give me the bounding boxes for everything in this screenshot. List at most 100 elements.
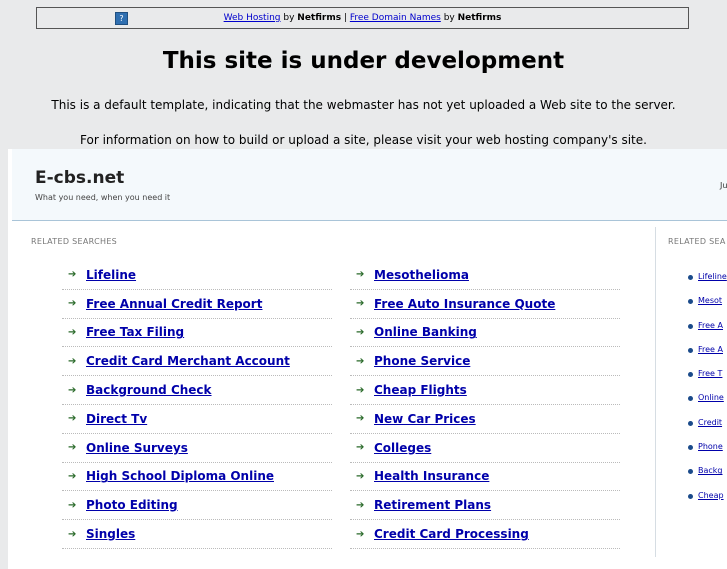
related-search-link[interactable]: High School Diploma Online bbox=[86, 469, 274, 483]
related-search-link[interactable]: Retirement Plans bbox=[374, 498, 491, 512]
related-search-item[interactable]: ➔ High School Diploma Online bbox=[62, 463, 332, 492]
web-hosting-link[interactable]: Web Hosting bbox=[224, 13, 281, 23]
related-search-link[interactable]: Credit Card Merchant Account bbox=[86, 354, 290, 368]
netfirms-brand-2: Netfirms bbox=[457, 13, 502, 23]
sidebar-related-link[interactable]: Free A bbox=[698, 321, 723, 330]
arrow-icon: ➔ bbox=[356, 470, 365, 482]
related-search-item[interactable]: ➔ New Car Prices bbox=[350, 405, 620, 434]
arrow-icon: ➔ bbox=[68, 413, 77, 425]
bullet-icon bbox=[688, 469, 693, 475]
site-tagline: What you need, when you need it bbox=[35, 193, 171, 202]
sidebar-related-link[interactable]: Lifeline bbox=[698, 272, 727, 281]
bullet-icon bbox=[688, 493, 693, 499]
sidebar-related-item[interactable]: Phone bbox=[688, 442, 727, 466]
arrow-icon: ➔ bbox=[68, 470, 77, 482]
related-search-link[interactable]: Background Check bbox=[86, 383, 212, 397]
arrow-icon: ➔ bbox=[68, 384, 77, 396]
related-search-item[interactable]: ➔ Retirement Plans bbox=[350, 491, 620, 521]
arrow-icon: ➔ bbox=[356, 355, 365, 367]
related-search-item[interactable]: ➔ Direct Tv bbox=[62, 405, 332, 434]
arrow-icon: ➔ bbox=[68, 528, 77, 540]
related-search-link[interactable]: Cheap Flights bbox=[374, 383, 467, 397]
related-search-link[interactable]: Mesothelioma bbox=[374, 268, 469, 282]
related-search-link[interactable]: Lifeline bbox=[86, 268, 136, 282]
related-search-item[interactable]: ➔ Colleges bbox=[350, 434, 620, 463]
related-search-item[interactable]: ➔ Free Annual Credit Report bbox=[62, 290, 332, 319]
by-text-1: by bbox=[280, 13, 298, 23]
sidebar-related-link[interactable]: Free A bbox=[698, 345, 723, 354]
sidebar-related-link[interactable]: Backg bbox=[698, 466, 723, 475]
related-search-item[interactable]: ➔ Mesothelioma bbox=[350, 261, 620, 290]
related-search-item[interactable]: ➔ Photo Editing bbox=[62, 491, 332, 521]
site-brand[interactable]: E-cbs.net bbox=[35, 168, 124, 188]
bullet-icon bbox=[688, 445, 693, 451]
related-search-item[interactable]: ➔ Health Insurance bbox=[350, 463, 620, 492]
sidebar-related-link[interactable]: Free T bbox=[698, 369, 722, 378]
sidebar-related-link[interactable]: Cheap bbox=[698, 491, 724, 500]
arrow-icon: ➔ bbox=[68, 499, 77, 511]
sidebar-related-link[interactable]: Credit bbox=[698, 418, 722, 427]
arrow-icon: ➔ bbox=[356, 413, 365, 425]
arrow-icon: ➔ bbox=[68, 298, 77, 310]
related-search-link[interactable]: Free Tax Filing bbox=[86, 325, 184, 339]
bullet-icon bbox=[688, 347, 693, 353]
related-search-link[interactable]: New Car Prices bbox=[374, 412, 476, 426]
arrow-icon: ➔ bbox=[68, 326, 77, 338]
arrow-icon: ➔ bbox=[356, 499, 365, 511]
sidebar-related-item[interactable]: Online bbox=[688, 393, 727, 417]
sidebar-related-label: RELATED SEA bbox=[668, 237, 726, 246]
related-search-link[interactable]: Online Surveys bbox=[86, 441, 188, 455]
related-search-link[interactable]: Online Banking bbox=[374, 325, 477, 339]
help-icon[interactable]: ? bbox=[115, 12, 128, 25]
related-search-link[interactable]: Credit Card Processing bbox=[374, 527, 529, 541]
related-search-link[interactable]: Health Insurance bbox=[374, 469, 489, 483]
column-divider bbox=[655, 227, 656, 557]
related-search-item[interactable]: ➔ Lifeline bbox=[62, 261, 332, 290]
sidebar-related-item[interactable]: Backg bbox=[688, 466, 727, 490]
sidebar-related-item[interactable]: Free A bbox=[688, 321, 727, 345]
related-search-item[interactable]: ➔ Online Banking bbox=[350, 319, 620, 348]
page-title: This site is under development bbox=[162, 48, 565, 74]
related-search-link[interactable]: Singles bbox=[86, 527, 135, 541]
by-text-2: by bbox=[440, 13, 458, 23]
sidebar-related-link[interactable]: Mesot bbox=[698, 296, 722, 305]
related-search-item[interactable]: ➔ Phone Service bbox=[350, 347, 620, 377]
related-search-link[interactable]: Free Auto Insurance Quote bbox=[374, 297, 555, 311]
bullet-icon bbox=[688, 420, 693, 426]
site-header: E-cbs.net What you need, when you need i… bbox=[12, 149, 727, 221]
arrow-icon: ➔ bbox=[68, 442, 77, 454]
sidebar-related-link[interactable]: Phone bbox=[698, 442, 723, 451]
sidebar-related-item[interactable]: Free T bbox=[688, 369, 727, 393]
related-search-link[interactable]: Free Annual Credit Report bbox=[86, 297, 262, 311]
arrow-icon: ➔ bbox=[356, 442, 365, 454]
bullet-icon bbox=[688, 372, 693, 378]
related-search-link[interactable]: Colleges bbox=[374, 441, 431, 455]
arrow-icon: ➔ bbox=[356, 326, 365, 338]
arrow-icon: ➔ bbox=[356, 528, 365, 540]
related-search-item[interactable]: ➔ Online Surveys bbox=[62, 434, 332, 463]
netfirms-brand-1: Netfirms bbox=[297, 13, 342, 23]
related-search-item[interactable]: ➔ Background Check bbox=[62, 376, 332, 405]
arrow-icon: ➔ bbox=[356, 384, 365, 396]
related-search-item[interactable]: ➔ Free Auto Insurance Quote bbox=[350, 290, 620, 319]
notice-text-1: This is a default template, indicating t… bbox=[51, 98, 676, 112]
related-search-item[interactable]: ➔ Free Tax Filing bbox=[62, 319, 332, 348]
related-search-link[interactable]: Photo Editing bbox=[86, 498, 178, 512]
arrow-icon: ➔ bbox=[356, 269, 365, 281]
sidebar-related-item[interactable]: Free A bbox=[688, 345, 727, 369]
bullet-icon bbox=[688, 299, 693, 305]
related-search-item[interactable]: ➔ Cheap Flights bbox=[350, 376, 620, 405]
related-right-column: ➔ Mesothelioma ➔ Free Auto Insurance Quote ➔… bbox=[350, 261, 620, 549]
sidebar-related-item[interactable]: Credit bbox=[688, 418, 727, 442]
arrow-icon: ➔ bbox=[356, 298, 365, 310]
sidebar-related-item[interactable]: Mesot bbox=[688, 296, 727, 320]
arrow-icon: ➔ bbox=[68, 355, 77, 367]
sidebar-related-item[interactable]: Cheap bbox=[688, 491, 727, 515]
free-domain-names-link[interactable]: Free Domain Names bbox=[350, 13, 441, 23]
arrow-icon: ➔ bbox=[68, 269, 77, 281]
related-search-item[interactable]: ➔ Credit Card Merchant Account bbox=[62, 347, 332, 377]
related-search-link[interactable]: Direct Tv bbox=[86, 412, 147, 426]
sidebar-related-link[interactable]: Online bbox=[698, 393, 724, 402]
sidebar-related-item[interactable]: Lifeline bbox=[688, 272, 727, 296]
related-search-link[interactable]: Phone Service bbox=[374, 354, 470, 368]
